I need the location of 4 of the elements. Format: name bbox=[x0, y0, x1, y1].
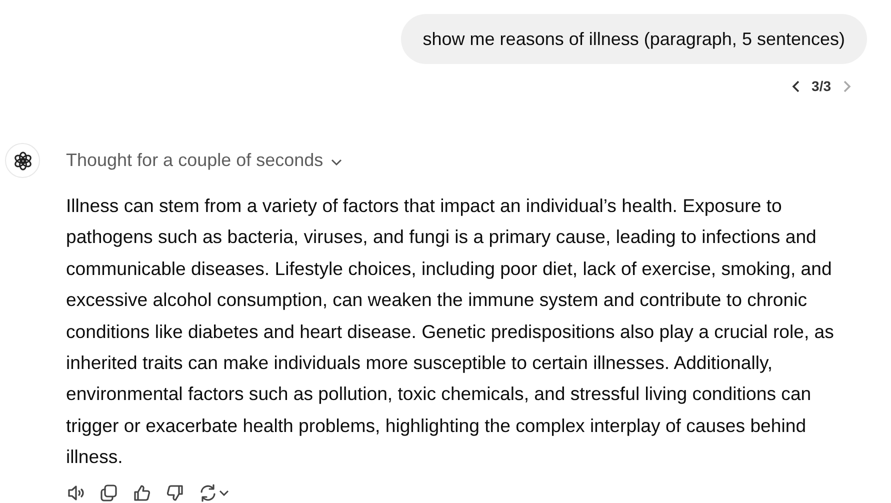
page-counter: 3/3 bbox=[812, 78, 831, 94]
thought-toggle[interactable]: Thought for a couple of seconds bbox=[66, 143, 342, 178]
user-message: show me reasons of illness (paragraph, 5 sentences) bbox=[400, 14, 867, 64]
reply-paragraph: Illness can stem from a variety of factors that impact an individual’s health. Exposure to pathogens such as bacteria, viruses, and fungi is a primary cause, leading to infections and communicable diseases. Lifestyle choices, including poor diet, lack of exercise, smoking, and excessive alcohol consumption, can weaken the immune system and contribute to chronic conditions like diabetes and heart disease. Genetic predispositions also play a crucial role, as inherited traits can make individuals more susceptible to certain illnesses. Additionally, environmental factors such as pollution, toxic chemicals, and stressful living conditions can trigger or exacerbate health problems, highlighting the complex interplay of causes behind illness. bbox=[66, 194, 835, 470]
